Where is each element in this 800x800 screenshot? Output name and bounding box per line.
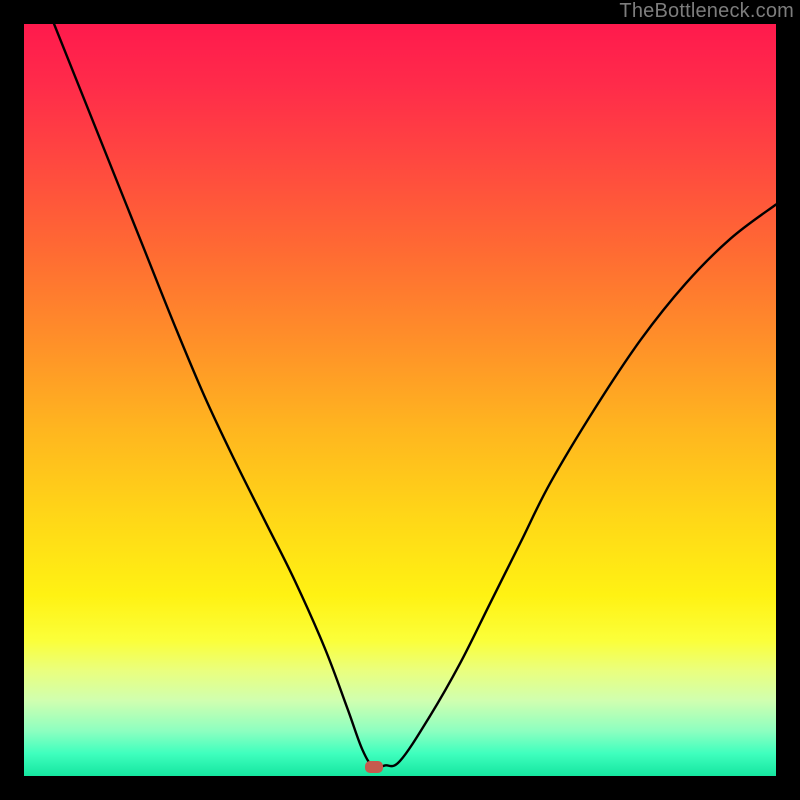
- chart-frame: TheBottleneck.com: [0, 0, 800, 800]
- plot-area: [24, 24, 776, 776]
- optimal-marker: [365, 761, 383, 773]
- watermark-text: TheBottleneck.com: [619, 0, 794, 23]
- bottleneck-curve: [24, 24, 776, 776]
